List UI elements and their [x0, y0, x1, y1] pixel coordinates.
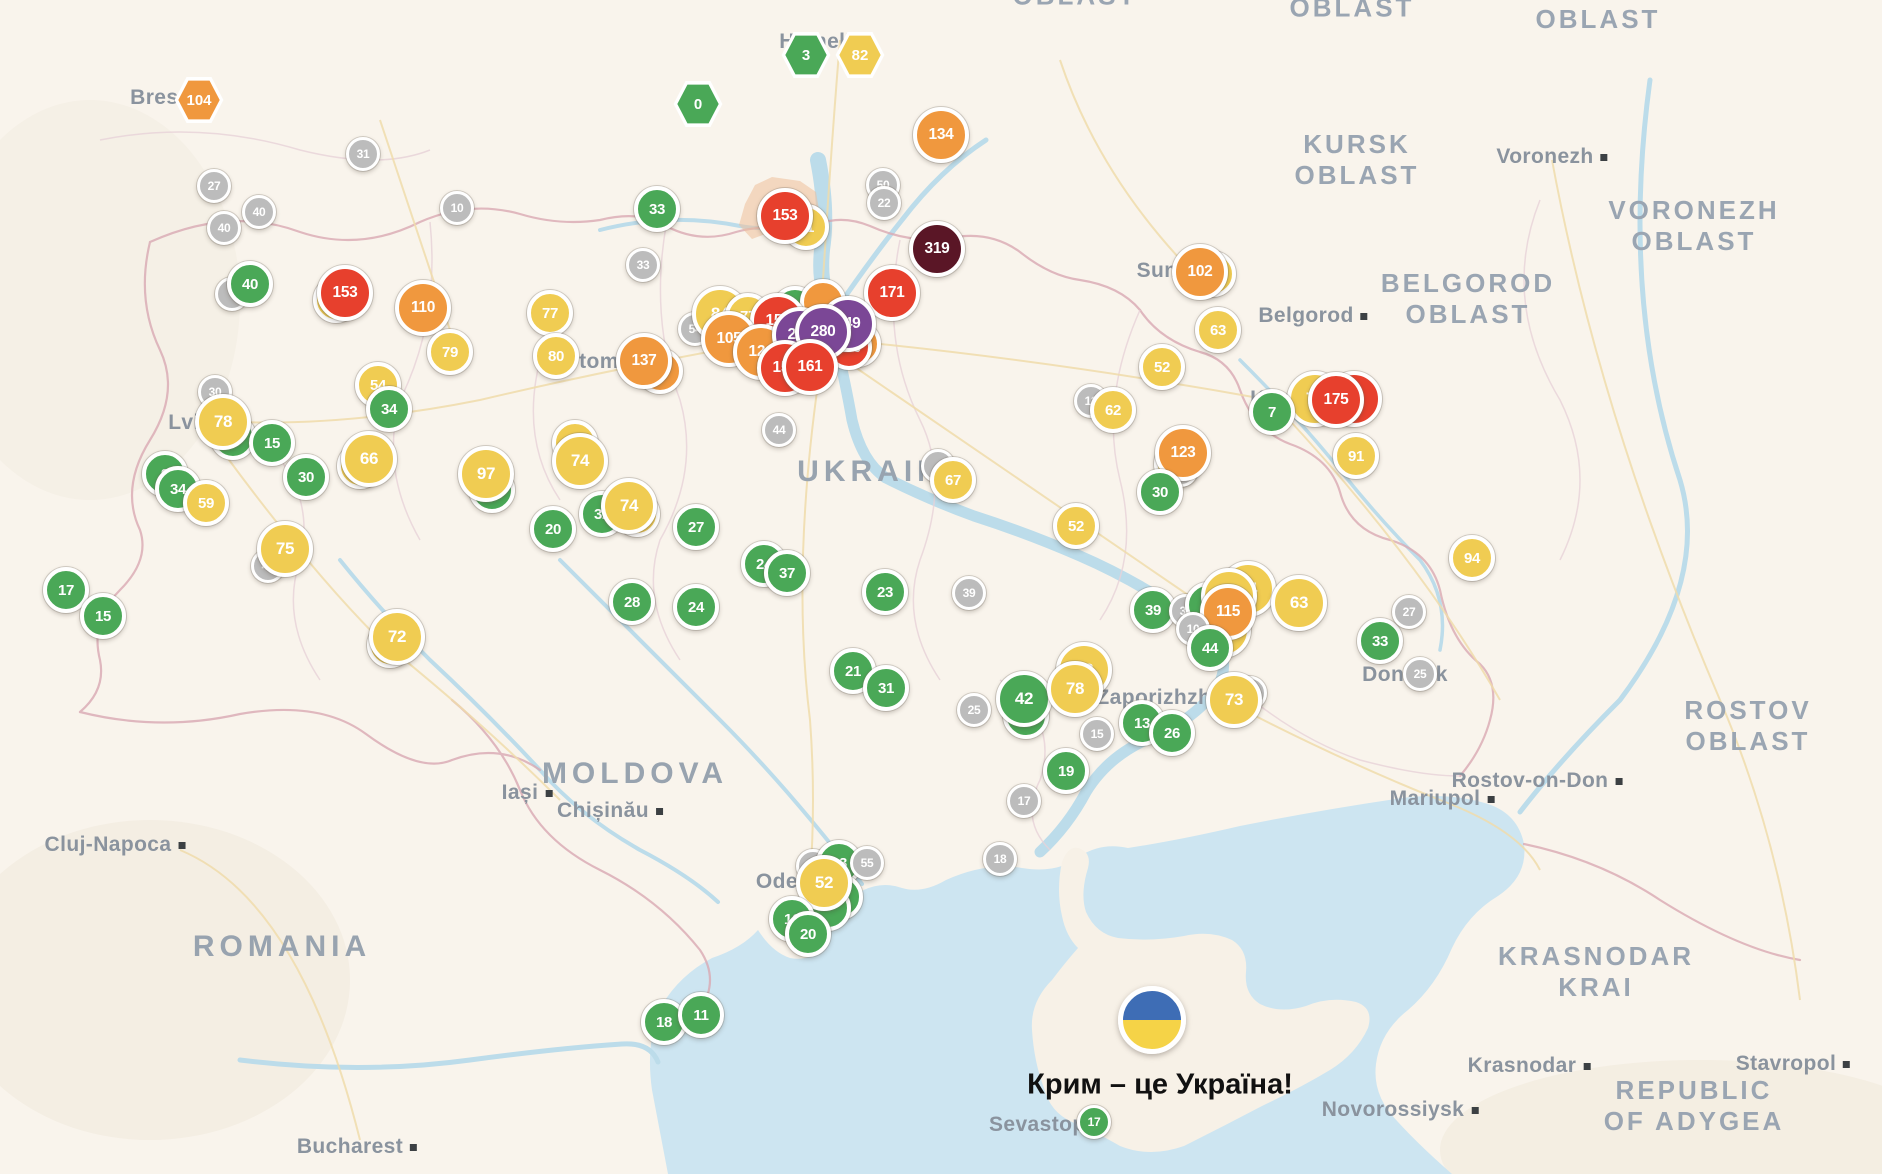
station-marker[interactable]: 319 — [909, 221, 965, 277]
station-marker[interactable]: 0 — [672, 79, 724, 129]
station-marker[interactable]: 63 — [1195, 307, 1241, 353]
station-marker[interactable]: 78 — [195, 394, 251, 450]
station-marker[interactable]: 42 — [996, 671, 1052, 727]
station-marker[interactable]: 28 — [609, 579, 655, 625]
station-marker[interactable]: 78 — [1047, 661, 1103, 717]
station-marker[interactable]: 33 — [626, 248, 660, 282]
station-marker[interactable]: 66 — [341, 431, 397, 487]
station-marker[interactable]: 74 — [552, 433, 608, 489]
station-marker[interactable]: 110 — [395, 280, 451, 336]
station-marker[interactable]: 31 — [346, 137, 380, 171]
station-marker[interactable]: 153 — [757, 188, 813, 244]
station-marker[interactable]: 72 — [369, 609, 425, 665]
station-marker[interactable]: 62 — [1090, 387, 1136, 433]
station-marker[interactable]: 55 — [850, 846, 884, 880]
markers-layer: 1043127104040401531103820333350221344115… — [0, 0, 1882, 1174]
station-marker[interactable]: 40 — [242, 195, 276, 229]
station-marker[interactable]: 79 — [427, 329, 473, 375]
station-marker[interactable]: 15 — [80, 593, 126, 639]
station-marker[interactable]: 67 — [930, 457, 976, 503]
station-marker[interactable]: 34 — [366, 386, 412, 432]
station-marker[interactable]: 27 — [197, 169, 231, 203]
station-marker[interactable]: 39 — [952, 576, 986, 610]
station-marker[interactable]: 25 — [957, 693, 991, 727]
crimea-slogan: Крим – це Україна! — [1027, 1069, 1293, 1102]
station-marker[interactable]: 26 — [1149, 710, 1195, 756]
station-marker[interactable]: 3 — [780, 30, 832, 80]
station-marker[interactable]: 22 — [867, 186, 901, 220]
station-marker[interactable]: 175 — [1308, 372, 1364, 428]
station-marker[interactable]: 59 — [183, 480, 229, 526]
station-marker[interactable]: 63 — [1271, 575, 1327, 631]
station-marker[interactable]: 15 — [249, 420, 295, 466]
station-marker[interactable]: 31 — [863, 665, 909, 711]
station-marker[interactable]: 24 — [673, 584, 719, 630]
station-marker[interactable]: 82 — [834, 30, 886, 80]
station-marker[interactable]: 44 — [762, 413, 796, 447]
station-marker[interactable]: 27 — [1392, 595, 1426, 629]
station-marker[interactable]: 94 — [1449, 535, 1495, 581]
station-marker[interactable]: 52 — [1053, 503, 1099, 549]
station-marker[interactable]: 7 — [1249, 389, 1295, 435]
station-marker[interactable]: 30 — [1137, 469, 1183, 515]
station-marker[interactable]: 77 — [527, 290, 573, 336]
station-marker[interactable]: 18 — [983, 842, 1017, 876]
station-marker[interactable]: 17 — [1007, 784, 1041, 818]
station-marker[interactable]: 153 — [317, 265, 373, 321]
air-quality-map[interactable]: OBLASTOBLASTLIPETSK OBLASTKURSK OBLASTVO… — [0, 0, 1882, 1174]
station-marker[interactable]: 161 — [782, 339, 838, 395]
station-marker[interactable]: 91 — [1333, 433, 1379, 479]
station-marker[interactable]: 40 — [227, 261, 273, 307]
station-marker[interactable]: 134 — [913, 107, 969, 163]
station-marker[interactable]: 20 — [785, 911, 831, 957]
station-marker[interactable]: 20 — [530, 506, 576, 552]
station-marker[interactable]: 44 — [1187, 625, 1233, 671]
station-marker[interactable]: 97 — [458, 446, 514, 502]
station-marker[interactable]: 73 — [1206, 672, 1262, 728]
station-marker[interactable]: 25 — [1403, 657, 1437, 691]
station-marker[interactable]: 10 — [440, 191, 474, 225]
station-marker[interactable]: 33 — [634, 186, 680, 232]
station-marker[interactable]: 15 — [1080, 717, 1114, 751]
station-marker[interactable]: 23 — [862, 569, 908, 615]
station-marker[interactable]: 17 — [1077, 1105, 1111, 1139]
station-marker[interactable]: 102 — [1172, 244, 1228, 300]
station-marker[interactable]: 33 — [1357, 618, 1403, 664]
station-marker[interactable]: 40 — [207, 211, 241, 245]
station-marker[interactable]: 52 — [1139, 344, 1185, 390]
station-marker[interactable]: 19 — [1043, 748, 1089, 794]
station-marker[interactable]: 80 — [533, 333, 579, 379]
station-marker[interactable]: 30 — [283, 454, 329, 500]
station-marker[interactable]: 11 — [678, 992, 724, 1038]
station-marker[interactable]: 27 — [673, 504, 719, 550]
station-marker[interactable]: 37 — [764, 550, 810, 596]
station-marker[interactable]: 104 — [173, 75, 225, 125]
station-marker[interactable]: 75 — [257, 521, 313, 577]
ukraine-flag-marker[interactable] — [1118, 986, 1186, 1054]
station-marker[interactable]: 74 — [601, 478, 657, 534]
station-marker[interactable]: 137 — [616, 333, 672, 389]
